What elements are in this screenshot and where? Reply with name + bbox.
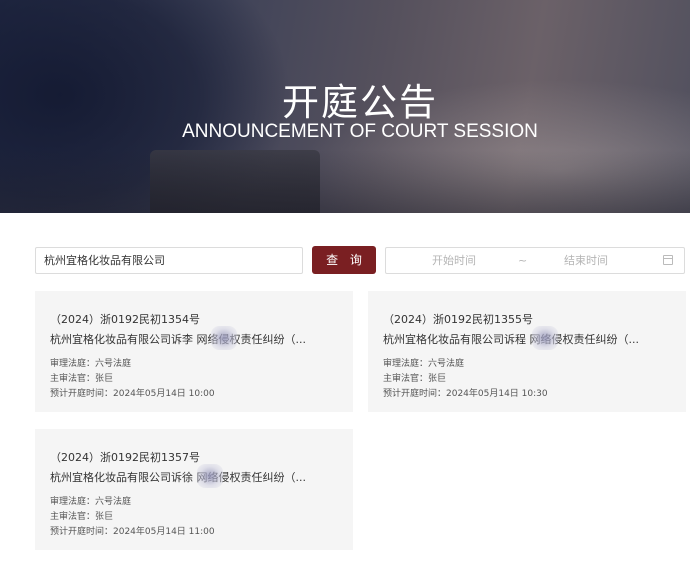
redaction-blur <box>197 464 223 488</box>
case-title[interactable]: 杭州宜格化妆品有限公司诉李 网络侵权责任纠纷（... <box>50 331 348 347</box>
hero-banner: 开庭公告 ANNOUNCEMENT OF COURT SESSION <box>0 0 690 213</box>
redaction-blur <box>532 326 558 350</box>
court-room: 审理法庭：六号法庭 <box>383 359 465 369</box>
presiding-judge: 主审法官：张巨 <box>383 374 447 384</box>
start-date-input[interactable]: 开始时间 <box>432 248 476 273</box>
search-button[interactable]: 查 询 <box>312 246 376 274</box>
date-range-picker[interactable]: 开始时间 ~ 结束时间 <box>385 247 685 274</box>
calendar-icon[interactable] <box>663 255 673 265</box>
scheduled-time: 预计开庭时间：2024年05月14日 10:00 <box>50 389 215 399</box>
case-number: （2024）浙0192民初1357号 <box>50 451 200 464</box>
case-card[interactable]: （2024）浙0192民初1357号 杭州宜格化妆品有限公司诉徐 网络侵权责任纠… <box>35 429 353 550</box>
case-card[interactable]: （2024）浙0192民初1355号 杭州宜格化妆品有限公司诉程 网络侵权责任纠… <box>368 291 686 412</box>
scheduled-time: 预计开庭时间：2024年05月14日 10:30 <box>383 389 548 399</box>
date-separator: ~ <box>518 254 528 267</box>
end-date-input[interactable]: 结束时间 <box>564 248 608 273</box>
search-input[interactable]: 杭州宜格化妆品有限公司 <box>35 247 303 274</box>
page-title: 开庭公告 <box>282 81 438 124</box>
case-number: （2024）浙0192民初1354号 <box>50 313 200 326</box>
page-subtitle: ANNOUNCEMENT OF COURT SESSION <box>182 121 538 142</box>
case-card[interactable]: （2024）浙0192民初1354号 杭州宜格化妆品有限公司诉李 网络侵权责任纠… <box>35 291 353 412</box>
hero-shade <box>0 150 690 213</box>
scheduled-time: 预计开庭时间：2024年05月14日 11:00 <box>50 527 215 537</box>
redaction-blur <box>211 326 237 350</box>
case-number: （2024）浙0192民初1355号 <box>383 313 533 326</box>
court-room: 审理法庭：六号法庭 <box>50 359 132 369</box>
presiding-judge: 主审法官：张巨 <box>50 512 114 522</box>
court-room: 审理法庭：六号法庭 <box>50 497 132 507</box>
presiding-judge: 主审法官：张巨 <box>50 374 114 384</box>
